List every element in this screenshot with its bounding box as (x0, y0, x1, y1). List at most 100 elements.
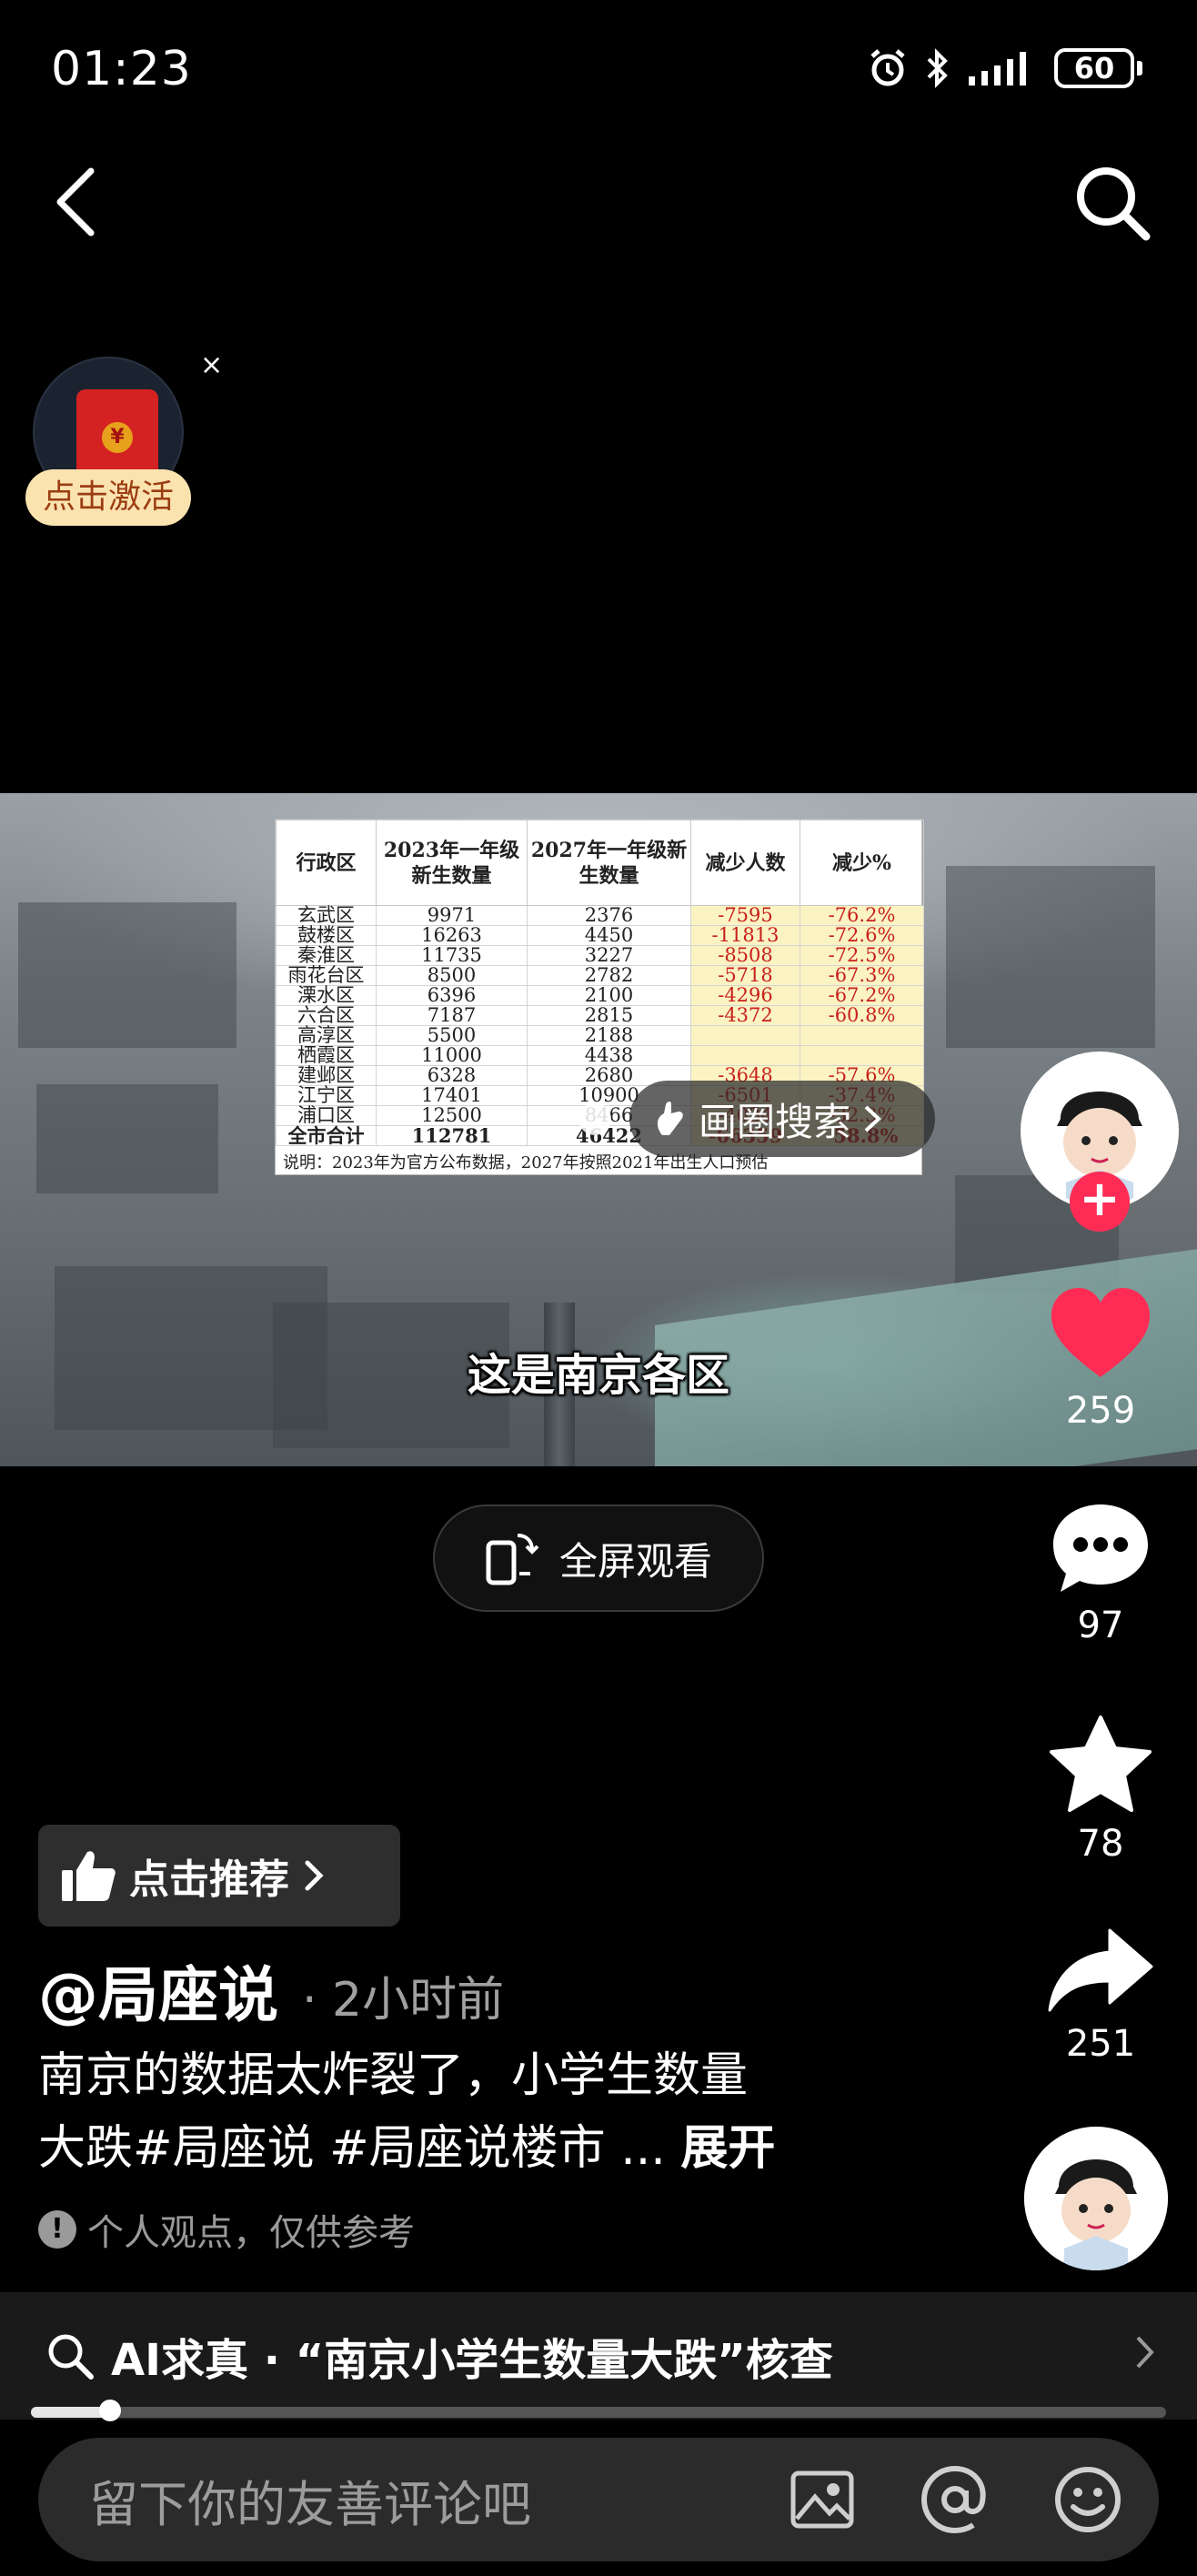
table-cell: -67.3% (800, 965, 924, 986)
comment-icon (1053, 1504, 1148, 1592)
chevron-right-icon (864, 1105, 881, 1132)
table-cell: 6328 (376, 1065, 528, 1086)
video-subtitle: 这是南京各区 (467, 1350, 729, 1401)
status-bar: 01:23 60 (0, 0, 1197, 146)
author-name[interactable]: @局座说 (38, 1947, 278, 2034)
search-icon (48, 2334, 94, 2380)
heart-icon (1051, 1288, 1150, 1377)
circle-search-label: 画圈搜索 (699, 1099, 852, 1144)
back-button[interactable] (51, 164, 106, 236)
comment-button[interactable]: 97 (1037, 1501, 1164, 1646)
table-cell: 高淳区 (276, 1025, 377, 1046)
table-row: 栖霞区 11000 4438 (276, 1045, 924, 1066)
disclaimer-text: 个人观点，仅供参考 (87, 2212, 415, 2254)
table-cell: -7595 (690, 905, 800, 926)
fullscreen-icon (486, 1534, 539, 1585)
red-packet-close-button[interactable]: × (200, 349, 223, 381)
cartoon-avatar-image (1024, 2127, 1168, 2270)
comment-input[interactable]: 留下你的友善评论吧 (38, 2438, 1159, 2561)
table-cell: 2782 (527, 965, 691, 986)
table-row: 溧水区 6396 2100 -4296 -67.2% (276, 985, 924, 1006)
share-icon (1048, 1928, 1153, 2012)
description-line-1: 南京的数据太炸裂了，小学生数量 (38, 2048, 749, 2103)
back-icon (56, 167, 95, 236)
table-row: 玄武区 9971 2376 -7595 -76.2% (276, 905, 924, 926)
table-cell: 2188 (527, 1025, 691, 1046)
table-cell: 2100 (527, 985, 691, 1006)
like-button[interactable]: 259 (1037, 1286, 1164, 1432)
emoji-icon (1055, 2467, 1121, 2532)
table-cell (800, 1025, 924, 1046)
table-cell: -67.2% (800, 985, 924, 1006)
table-cell: 6396 (376, 985, 528, 1006)
music-disc-avatar[interactable] (1024, 2127, 1168, 2270)
comment-count: 97 (1077, 1605, 1124, 1646)
red-packet-activate-label[interactable]: 点击激活 (25, 469, 191, 526)
table-cell: 4450 (527, 925, 691, 946)
table-cell: 全市合计 (276, 1125, 377, 1146)
table-row: 鼓楼区 16263 4450 -11813 -72.6% (276, 925, 924, 946)
search-button[interactable] (1071, 162, 1153, 244)
table-cell: 12500 (376, 1105, 528, 1126)
table-cell: 112781 (376, 1125, 528, 1146)
circle-search-button[interactable]: 画圈搜索 (578, 1081, 937, 1157)
table-cell: 5500 (376, 1025, 528, 1046)
expand-button[interactable]: 展开 (680, 2121, 775, 2176)
table-cell: 玄武区 (276, 905, 377, 926)
share-count: 251 (1065, 2023, 1136, 2065)
red-packet-widget[interactable]: ¥ × 点击激活 (25, 349, 223, 533)
description-line-2: 大跌#局座说 #局座说楼市 ... 展开 (38, 2112, 993, 2185)
image-button[interactable] (786, 2463, 859, 2536)
disclaimer: ! 个人观点，仅供参考 (38, 2203, 415, 2256)
fullscreen-button[interactable]: 全屏观看 (433, 1504, 764, 1612)
favorite-button[interactable]: 78 (1037, 1714, 1164, 1865)
table-cell (800, 1045, 924, 1066)
at-icon (920, 2465, 986, 2534)
emoji-button[interactable] (1051, 2463, 1124, 2536)
table-cell: 六合区 (276, 1005, 377, 1026)
recommend-button[interactable]: 点击推荐 (38, 1825, 400, 1927)
image-icon (790, 2470, 854, 2529)
post-time: · 2小时前 (302, 1973, 505, 2028)
table-row: 六合区 7187 2815 -4372 -60.8% (276, 1005, 924, 1026)
ai-fact-check-bar[interactable]: AI求真 · “南京小学生数量大跌”核查 (0, 2292, 1197, 2420)
follow-button[interactable]: + (1070, 1172, 1130, 1232)
table-cell: -5718 (690, 965, 800, 986)
table-cell: 雨花台区 (276, 965, 377, 986)
table-cell: 秦淮区 (276, 945, 377, 966)
video-player[interactable]: 行政区 2023年一年级新生数量 2027年一年级新生数量 减少人数 减少% 玄武区 99… (0, 793, 1197, 1466)
table-cell: 2815 (527, 1005, 691, 1026)
table-cell: -4372 (690, 1005, 800, 1026)
video-progress-bar[interactable] (31, 2400, 1166, 2421)
table-cell: 鼓楼区 (276, 925, 377, 946)
table-header-cell: 行政区 (276, 820, 377, 906)
table-cell: 9971 (376, 905, 528, 926)
table-cell: 11000 (376, 1045, 528, 1066)
star-icon (1050, 1716, 1152, 1812)
bluetooth-icon (927, 48, 948, 88)
comment-placeholder: 留下你的友善评论吧 (89, 2475, 531, 2533)
ai-fact-check-label: AI求真 · “南京小学生数量大跌”核查 (111, 2335, 833, 2386)
info-icon: ! (38, 2210, 76, 2249)
table-cell: 3227 (527, 945, 691, 966)
table-cell: 17401 (376, 1085, 528, 1106)
author-line: @局座说 · 2小时前 (38, 1947, 504, 2034)
chevron-right-icon (305, 1860, 324, 1891)
table-cell: -4296 (690, 985, 800, 1006)
table-header-cell: 2027年一年级新生数量 (527, 820, 691, 906)
table-cell: -8508 (690, 945, 800, 966)
battery-indicator: 60 (1054, 48, 1142, 88)
share-button[interactable]: 251 (1037, 1927, 1164, 2065)
table-cell: -11813 (690, 925, 800, 946)
table-cell: 栖霞区 (276, 1045, 377, 1066)
table-cell: -72.5% (800, 945, 924, 966)
alarm-icon (870, 49, 905, 86)
signal-icon (969, 52, 1026, 86)
video-description[interactable]: 南京的数据太炸裂了，小学生数量 大跌#局座说 #局座说楼市 ... 展开 (38, 2039, 993, 2185)
table-cell: -60.8% (800, 1005, 924, 1026)
mention-button[interactable] (919, 2463, 991, 2536)
table-row: 雨花台区 8500 2782 -5718 -67.3% (276, 965, 924, 986)
description-hashtags[interactable]: 大跌#局座说 #局座说楼市 ... (38, 2121, 680, 2176)
circle-search-dot (578, 1102, 611, 1135)
table-cell: 11735 (376, 945, 528, 966)
